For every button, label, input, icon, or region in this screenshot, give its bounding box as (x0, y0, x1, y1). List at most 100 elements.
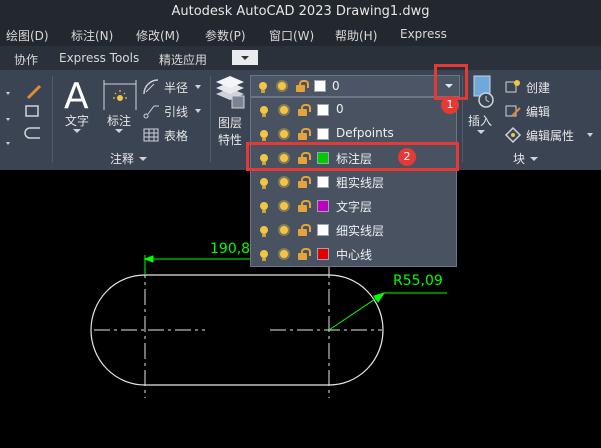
layer-item-text[interactable]: 文字层 (251, 194, 456, 218)
dimension-tool-button[interactable]: 标注 (100, 74, 140, 134)
bulb-on-icon (260, 250, 268, 261)
menu-parameters[interactable]: 参数(P) (205, 27, 246, 44)
window-title: Autodesk AutoCAD 2023 Drawing1.dwg (171, 4, 430, 19)
create-block-icon (505, 80, 520, 93)
annotation-panel-label: 注释 (110, 152, 135, 166)
linear-dimension[interactable] (143, 255, 252, 275)
edit-attributes-label: 编辑属性 (526, 129, 575, 143)
insert-block-button[interactable]: 插入 (464, 74, 500, 134)
unlock-icon (298, 248, 311, 260)
table-label: 表格 (164, 129, 189, 143)
menu-draw[interactable]: 绘图(D) (6, 27, 49, 44)
unlock-icon (298, 176, 311, 188)
layer-name: 0 (336, 102, 344, 116)
menu-modify[interactable]: 修改(M) (136, 27, 180, 44)
bulb-on-icon (260, 178, 268, 189)
block-panel-label: 块 (513, 152, 526, 166)
tab-overflow-button[interactable] (232, 50, 258, 65)
menu-express[interactable]: Express (400, 27, 447, 41)
layer-combo[interactable]: 0 (250, 75, 460, 97)
layer-item-centerline[interactable]: 中心线 (251, 242, 456, 266)
step-badge-1: 1 (441, 96, 459, 114)
menu-help[interactable]: 帮助(H) (335, 27, 377, 44)
menu-bar: 绘图(D) 标注(N) 修改(M) 参数(P) 窗口(W) 帮助(H) Expr… (0, 24, 601, 46)
draw-tools-icons[interactable] (4, 78, 44, 148)
sun-thaw-icon (280, 106, 288, 114)
color-swatch (317, 200, 329, 212)
caret-down-icon (195, 85, 201, 89)
highlight-box-dropdown-arrow (434, 64, 468, 100)
leader-icon (143, 105, 159, 119)
current-layer-name: 0 (332, 79, 340, 93)
tab-collaborate[interactable]: 协作 (14, 51, 38, 68)
layer-name: Defpoints (336, 126, 394, 140)
ribbon-tab-bar: 协作 Express Tools 精选应用 (0, 46, 601, 70)
separator (52, 76, 53, 162)
sun-thaw-icon (280, 226, 288, 234)
caret-down-icon (138, 157, 147, 161)
create-label: 创建 (526, 81, 551, 95)
layer-name: 文字层 (336, 200, 373, 214)
linear-dimension-icon (103, 80, 137, 110)
sun-thaw-icon (280, 178, 288, 186)
edit-label: 编辑 (526, 105, 551, 119)
layer-dropdown-list: 0 Defpoints 标注层 粗实线层 文字层 细实线层 中心线 (250, 97, 457, 267)
table-icon (143, 128, 159, 142)
layer-name: 中心线 (336, 248, 373, 262)
edit-block-button[interactable]: 编辑 (504, 102, 574, 122)
caret-down-icon (587, 133, 593, 137)
layer-item-thick-line[interactable]: 粗实线层 (251, 170, 456, 194)
radius-label: 半径 (164, 81, 189, 95)
unlock-icon (298, 128, 311, 140)
annotation-panel-title[interactable]: 注释 (110, 150, 148, 167)
insert-label: 插入 (468, 114, 493, 128)
color-swatch (317, 248, 329, 260)
sun-thaw-icon (280, 202, 288, 210)
radius-button[interactable]: 半径 (142, 78, 208, 98)
unlock-icon (296, 80, 309, 92)
menu-window[interactable]: 窗口(W) (269, 27, 314, 44)
highlight-box-dimension-layer (246, 142, 459, 171)
caret-down-icon (73, 129, 81, 133)
sun-thaw-icon (278, 82, 286, 90)
layer-properties-button[interactable]: 图层 特性 (212, 76, 248, 156)
sun-thaw-icon (280, 250, 288, 258)
bulb-on-icon (260, 106, 268, 117)
unlock-icon (298, 104, 311, 116)
unlock-icon (298, 200, 311, 212)
layer-item-0[interactable]: 0 (251, 98, 456, 122)
text-tool-button[interactable]: A 文字 (58, 74, 98, 134)
text-tool-label: 文字 (65, 114, 90, 128)
caret-down-icon (195, 109, 201, 113)
center-lines[interactable] (94, 262, 382, 398)
leader-button[interactable]: 引线 (142, 102, 208, 122)
title-bar: Autodesk AutoCAD 2023 Drawing1.dwg (0, 0, 601, 24)
radius-dimension[interactable] (328, 292, 447, 331)
color-swatch (317, 224, 329, 236)
radius-text: R55,09 (393, 273, 443, 289)
table-button[interactable]: 表格 (142, 126, 208, 146)
bulb-on-icon (260, 226, 268, 237)
unlock-icon (298, 224, 311, 236)
color-swatch (317, 128, 329, 140)
create-block-button[interactable]: 创建 (504, 78, 574, 98)
caret-down-icon (529, 157, 538, 161)
caret-down-icon (241, 56, 249, 60)
menu-dimension[interactable]: 标注(N) (71, 27, 113, 44)
text-a-icon: A (64, 76, 89, 117)
color-swatch (314, 80, 326, 92)
edit-attributes-button[interactable]: 编辑属性 (504, 126, 596, 146)
tab-featured-apps[interactable]: 精选应用 (159, 51, 207, 68)
layer-name: 细实线层 (336, 224, 385, 238)
radius-arc-icon (143, 79, 159, 95)
edit-block-icon (505, 105, 521, 117)
svg-text:A: A (64, 76, 89, 114)
separator (210, 76, 211, 162)
layer-properties-label-1: 图层 (218, 116, 243, 130)
layer-properties-label-2: 特性 (218, 133, 243, 147)
block-panel-title[interactable]: 块 (513, 150, 539, 167)
layer-item-thin-line[interactable]: 细实线层 (251, 218, 456, 242)
color-swatch (317, 104, 329, 116)
tab-express-tools[interactable]: Express Tools (59, 51, 139, 65)
bulb-on-icon (259, 82, 267, 93)
